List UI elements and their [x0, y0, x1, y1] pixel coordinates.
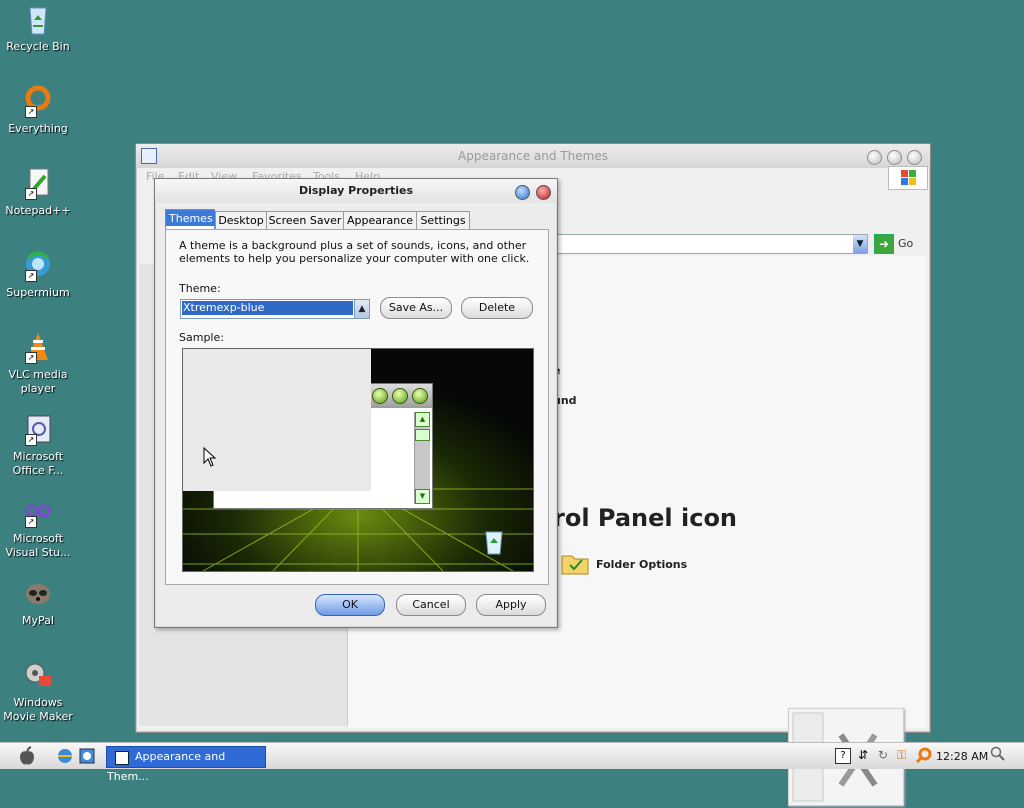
- desktop-icon-supermium[interactable]: ↗ Supermium: [0, 248, 76, 300]
- desktop-icon-label: VLC media player: [8, 368, 68, 395]
- desktop-icon-recycle-bin[interactable]: Recycle Bin: [0, 2, 76, 54]
- desktop-icon-mypal[interactable]: MyPal: [0, 576, 76, 628]
- desktop-icon-visual-studio[interactable]: ↗ Microsoft Visual Stu...: [0, 494, 76, 560]
- desktop-icon-label: Microsoft Office F...: [12, 450, 64, 477]
- browser-icon: ↗: [21, 248, 55, 282]
- sample-recycle-bin-icon: [483, 529, 505, 555]
- folder-options-icon[interactable]: [560, 548, 590, 579]
- sample-label: Sample:: [179, 331, 224, 344]
- windows-logo-icon: [888, 166, 928, 190]
- sample-minimize-icon: [372, 388, 388, 404]
- address-input[interactable]: ▼: [556, 234, 868, 254]
- minimize-button[interactable]: [867, 150, 882, 165]
- scroll-thumb: [415, 429, 430, 441]
- tab-appearance[interactable]: Appearance: [343, 211, 417, 229]
- shortcut-arrow-icon: ↗: [25, 352, 37, 364]
- desktop-icon-label: Notepad++: [5, 204, 71, 217]
- ie-quicklaunch-icon[interactable]: [56, 747, 74, 768]
- desktop-icon-label: MyPal: [22, 614, 54, 627]
- shortcut-arrow-icon: ↗: [25, 188, 37, 200]
- tab-desktop[interactable]: Desktop: [215, 211, 267, 229]
- sync-tray-icon[interactable]: ↻: [878, 748, 888, 762]
- everything-search-icon: ↗: [21, 84, 55, 118]
- desktop-quicklaunch-icon[interactable]: [78, 747, 96, 768]
- notepad-plus-icon: ↗: [21, 166, 55, 200]
- display-properties-dialog[interactable]: Display Properties Themes Desktop Screen…: [154, 178, 558, 628]
- theme-label: Theme:: [179, 282, 221, 295]
- office-file-icon: ↗: [21, 412, 55, 446]
- recycle-bin-icon: [21, 2, 55, 36]
- pick-control-panel-heading: rol Panel icon: [553, 504, 738, 532]
- raccoon-icon: [21, 576, 55, 610]
- visual-studio-icon: ↗: [21, 494, 55, 528]
- shortcut-arrow-icon: ↗: [25, 516, 37, 528]
- dialog-titlebar[interactable]: Display Properties: [155, 179, 557, 203]
- go-label[interactable]: Go: [898, 237, 913, 250]
- taskbar: Appearance and Them... ? ⇵ ↻ ⚿ 12:28 AM: [0, 742, 1024, 783]
- help-tray-icon[interactable]: ?: [835, 748, 851, 764]
- close-button[interactable]: [907, 150, 922, 165]
- key-tray-icon[interactable]: ⚿: [897, 748, 906, 763]
- tab-themes-label: Themes: [166, 211, 216, 226]
- search-icon[interactable]: [990, 746, 1006, 765]
- desktop-icon-label: Microsoft Visual Stu...: [5, 532, 71, 559]
- desktop-icon-office[interactable]: ↗ Microsoft Office F...: [0, 412, 76, 478]
- ok-button[interactable]: OK: [315, 594, 385, 616]
- theme-select[interactable]: Xtremexp-blue ▲: [180, 299, 370, 319]
- shortcut-arrow-icon: ↗: [25, 106, 37, 118]
- search-tray-icon[interactable]: [915, 747, 932, 766]
- save-as-button[interactable]: Save As...: [380, 297, 452, 319]
- scroll-up-icon: ▲: [415, 412, 430, 427]
- clock[interactable]: 12:28 AM: [936, 750, 988, 763]
- maximize-button[interactable]: [887, 150, 902, 165]
- theme-select-value: Xtremexp-blue: [182, 301, 353, 315]
- tab-themes[interactable]: Themes: [165, 209, 216, 230]
- shortcut-arrow-icon: ↗: [25, 270, 37, 282]
- sample-scrollbar: ▲ ▼: [414, 412, 430, 504]
- apple-start-icon[interactable]: [18, 746, 36, 769]
- desktop-icon-vlc[interactable]: ↗ VLC media player: [0, 330, 76, 396]
- tab-screen-saver[interactable]: Screen Saver: [266, 211, 344, 229]
- help-button[interactable]: [515, 185, 530, 200]
- desktop-icon-label: Windows Movie Maker: [3, 696, 73, 723]
- theme-description: A theme is a background plus a set of so…: [179, 239, 530, 265]
- desktop-icon-label: Supermium: [6, 286, 70, 299]
- address-dropdown-button[interactable]: ▼: [853, 235, 867, 253]
- taskbar-task-appearance[interactable]: Appearance and Them...: [106, 746, 266, 783]
- desktop-icon-movie-maker[interactable]: Windows Movie Maker: [0, 658, 76, 724]
- scroll-down-icon: ▼: [415, 489, 430, 504]
- themes-panel: A theme is a background plus a set of so…: [165, 229, 549, 585]
- vlc-cone-icon: ↗: [21, 330, 55, 364]
- desktop-icon-everything[interactable]: ↗ Everything: [0, 84, 76, 136]
- shortcut-arrow-icon: ↗: [25, 434, 37, 446]
- tab-settings[interactable]: Settings: [416, 211, 470, 229]
- theme-sample-preview: ▲ ▼: [182, 348, 534, 572]
- network-tray-icon[interactable]: ⇵: [858, 748, 868, 762]
- movie-maker-icon: [21, 658, 55, 692]
- desktop-icon-notepadplus[interactable]: ↗ Notepad++: [0, 166, 76, 218]
- folder-options-link[interactable]: Folder Options: [596, 558, 687, 571]
- dialog-title: Display Properties: [298, 184, 414, 197]
- go-arrow-icon[interactable]: ➜: [874, 234, 894, 254]
- sample-close-icon: [412, 388, 428, 404]
- apply-button[interactable]: Apply: [476, 594, 546, 616]
- chevron-down-icon[interactable]: ▲: [354, 300, 369, 318]
- dialog-close-button[interactable]: [536, 185, 551, 200]
- desktop-icon-label: Everything: [8, 122, 68, 135]
- desktop-icon-label: Recycle Bin: [6, 40, 70, 53]
- taskbar-task-icon: [115, 751, 129, 765]
- delete-button[interactable]: Delete: [461, 297, 533, 319]
- window-titlebar[interactable]: Appearance and Themes: [136, 144, 930, 168]
- window-title: Appearance and Themes: [458, 149, 608, 163]
- cancel-button[interactable]: Cancel: [396, 594, 466, 616]
- mouse-cursor-icon: [203, 446, 217, 470]
- sample-maximize-icon: [392, 388, 408, 404]
